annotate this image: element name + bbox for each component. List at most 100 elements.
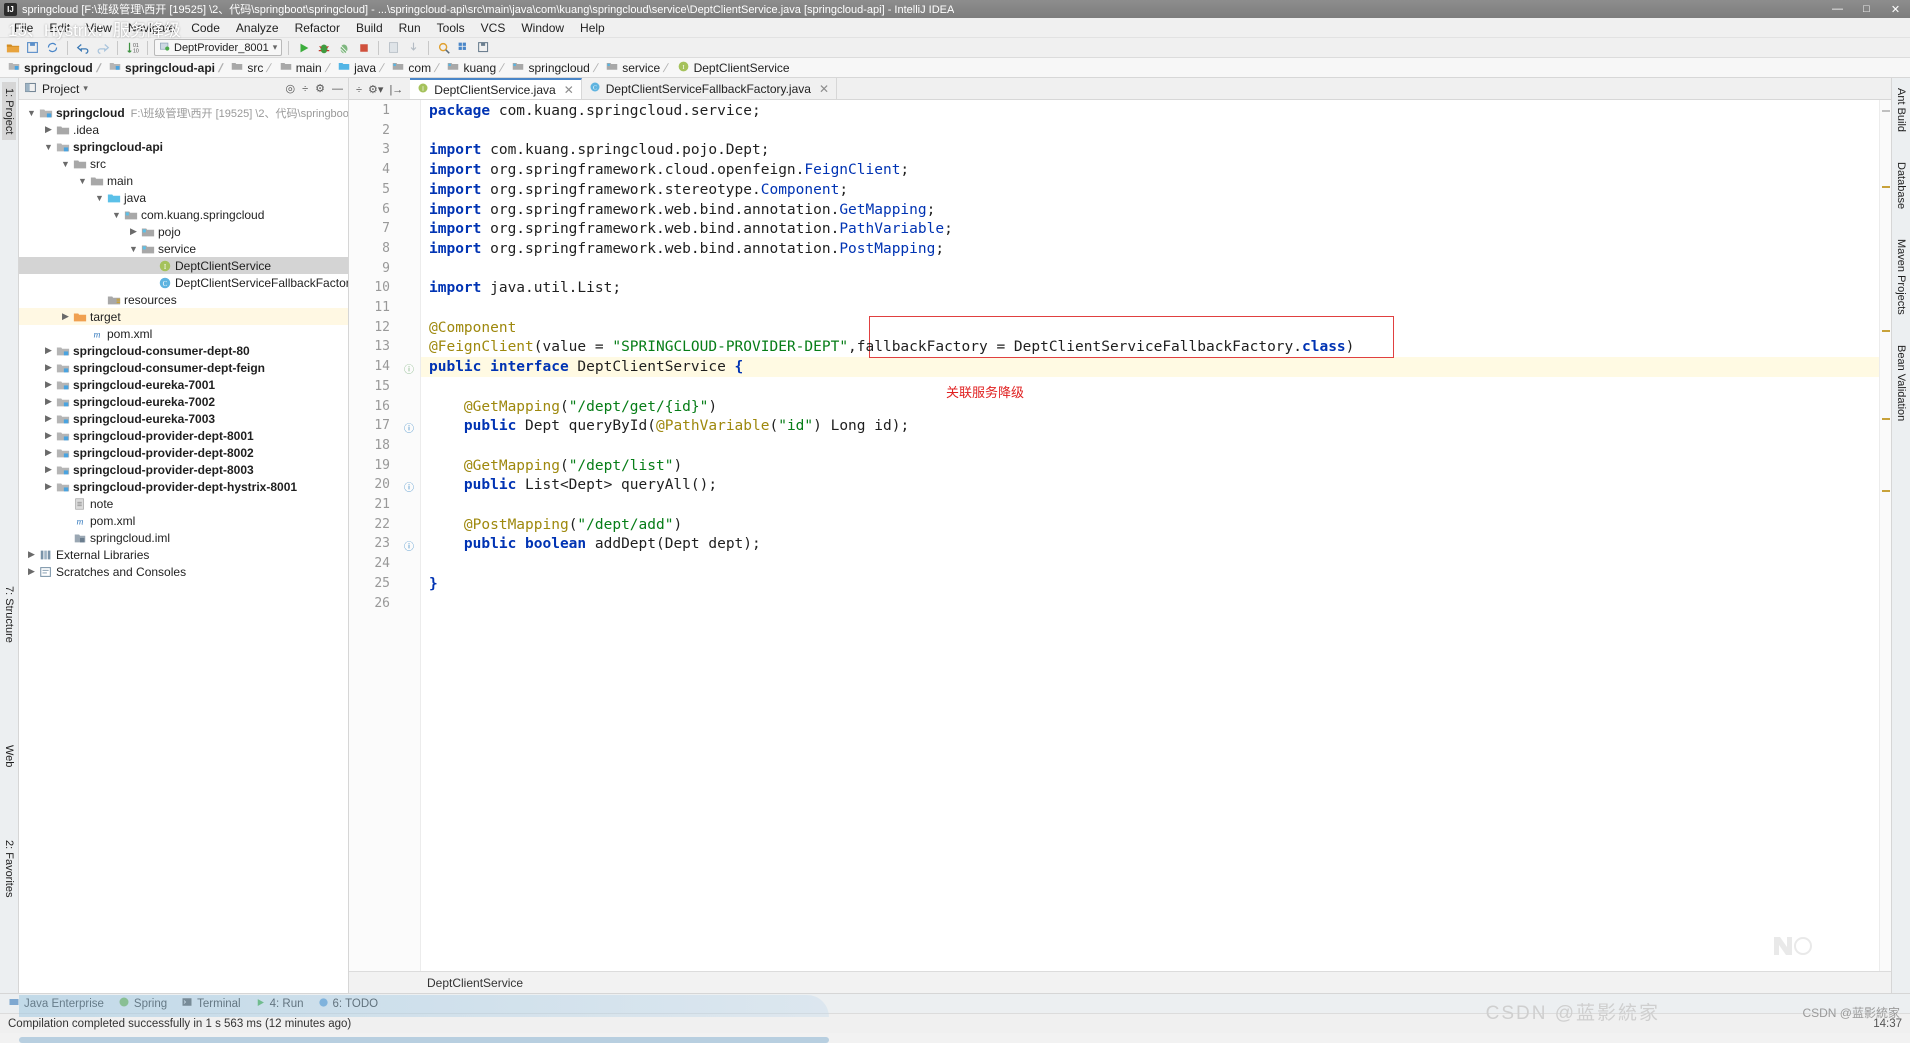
breadcrumb-item-main[interactable]: main / [280, 60, 338, 75]
collapse-all-icon[interactable]: ÷ [302, 83, 308, 95]
gutter-marker-icon[interactable]: ⓘ [404, 361, 414, 376]
tree-row-idea[interactable]: ▶ .idea [19, 121, 348, 138]
chevron-right-icon[interactable]: ▶ [59, 311, 72, 322]
breadcrumb-item-com[interactable]: com / [392, 60, 447, 75]
chevron-down-icon[interactable]: ▼ [76, 176, 89, 186]
chevron-down-icon[interactable]: ▼ [42, 142, 55, 152]
menu-item-analyze[interactable]: Analyze [228, 19, 287, 37]
close-icon[interactable]: ✕ [819, 82, 829, 96]
menu-item-refactor[interactable]: Refactor [287, 19, 348, 37]
stop-icon[interactable] [355, 39, 372, 56]
save-icon[interactable] [475, 39, 492, 56]
breadcrumb-item-kuang[interactable]: kuang / [447, 60, 512, 75]
error-stripe-markers[interactable] [1879, 100, 1891, 971]
run-configuration-selector[interactable]: DeptProvider_8001 ▾ [154, 39, 283, 56]
code-line[interactable]: public interface DeptClientService { [429, 359, 743, 375]
tree-row-springcloud-eureka-7001[interactable]: ▶ springcloud-eureka-7001 [19, 376, 348, 393]
menu-item-tools[interactable]: Tools [429, 19, 473, 37]
window-controls[interactable]: — □ ✕ [1823, 0, 1910, 18]
code-line[interactable]: } [429, 576, 438, 592]
tree-row-springcloud[interactable]: ▼ springcloud F:\班级管理\西开 [19525] \2、代码\spr… [19, 104, 348, 121]
tree-row-pojo[interactable]: ▶ pojo [19, 223, 348, 240]
menu-item-window[interactable]: Window [513, 19, 572, 37]
rail-item-structure[interactable]: 7: Structure [2, 580, 16, 649]
project-panel-header[interactable]: Project ▾ ◎ ÷ ⚙ — [19, 78, 348, 100]
undo-icon[interactable] [74, 39, 91, 56]
tree-row-springcloud-provider-dept-8002[interactable]: ▶ springcloud-provider-dept-8002 [19, 444, 348, 461]
sort-icon[interactable]: 01 10 [124, 39, 141, 56]
chevron-right-icon[interactable]: ▶ [42, 396, 55, 407]
main-toolbar[interactable]: 01 10 DeptProvider_8001 ▾ [0, 38, 1910, 58]
rail-item-web[interactable]: Web [2, 739, 16, 773]
jump-to-source-icon[interactable]: |→ [389, 84, 403, 96]
rail-item-maven-projects[interactable]: Maven Projects [1894, 233, 1908, 321]
editor-tab-fallbackfactory[interactable]: C DeptClientServiceFallbackFactory.java … [582, 78, 838, 99]
rail-item-project[interactable]: 1: Project [2, 82, 16, 141]
chevron-down-icon[interactable]: ▾ [273, 42, 278, 53]
tree-row-scratches-and-consoles[interactable]: ▶ Scratches and Consoles [19, 563, 348, 580]
code-line[interactable]: @FeignClient(value = "SPRINGCLOUD-PROVID… [429, 339, 1354, 355]
code-line[interactable]: @PostMapping("/dept/add") [429, 517, 682, 533]
close-button[interactable]: ✕ [1881, 0, 1910, 18]
code-line[interactable]: public Dept queryById(@PathVariable("id"… [429, 418, 909, 434]
breadcrumb-item-deptclientservice[interactable]: I DeptClientService [677, 60, 793, 76]
tree-row-springcloud-consumer-dept-feign[interactable]: ▶ springcloud-consumer-dept-feign [19, 359, 348, 376]
gutter-marker-icon[interactable]: ⓘ [404, 420, 414, 435]
tree-row-main[interactable]: ▼ main [19, 172, 348, 189]
breadcrumb[interactable]: springcloud / springcloud-api / src / main /… [0, 58, 1910, 78]
rail-item-favorites[interactable]: 2: Favorites [2, 834, 16, 903]
chevron-right-icon[interactable]: ▶ [42, 464, 55, 475]
code-line[interactable]: public List<Dept> queryAll(); [429, 477, 717, 493]
tree-row-springcloud-eureka-7002[interactable]: ▶ springcloud-eureka-7002 [19, 393, 348, 410]
tree-row-java[interactable]: ▼ java [19, 189, 348, 206]
chevron-right-icon[interactable]: ▶ [42, 413, 55, 424]
tree-row-resources[interactable]: resources [19, 291, 348, 308]
gear-icon[interactable]: ⚙▾ [368, 83, 383, 96]
chevron-right-icon[interactable]: ▶ [42, 481, 55, 492]
tree-row-springcloud-consumer-dept-80[interactable]: ▶ springcloud-consumer-dept-80 [19, 342, 348, 359]
tree-row-deptclientservicefallbackfactory[interactable]: C DeptClientServiceFallbackFactory [19, 274, 348, 291]
chevron-right-icon[interactable]: ▶ [25, 549, 38, 560]
chevron-right-icon[interactable]: ▶ [127, 226, 140, 237]
target-icon[interactable]: ◎ [285, 82, 295, 95]
tree-row-note[interactable]: note [19, 495, 348, 512]
menu-item-view[interactable]: View [78, 19, 120, 37]
code-line[interactable]: @GetMapping("/dept/list") [429, 458, 682, 474]
tree-row-deptclientservice[interactable]: I DeptClientService [19, 257, 348, 274]
editor-tab-deptclientservice[interactable]: I DeptClientService.java ✕ [410, 78, 582, 99]
code-line[interactable]: import org.springframework.web.bind.anno… [429, 221, 953, 237]
maximize-button[interactable]: □ [1852, 0, 1881, 18]
tree-row-pom-xml[interactable]: m pom.xml [19, 325, 348, 342]
chevron-down-icon[interactable]: ▼ [110, 210, 123, 220]
tree-row-springcloud-iml[interactable]: springcloud.iml [19, 529, 348, 546]
rail-item-bean-validation[interactable]: Bean Validation [1894, 339, 1908, 427]
code-line[interactable]: public boolean addDept(Dept dept); [429, 536, 761, 552]
tree-row-target[interactable]: ▶ target [19, 308, 348, 325]
code-line[interactable]: import java.util.List; [429, 280, 621, 296]
gutter-marker-icon[interactable]: ⓘ [404, 538, 414, 553]
rail-item-ant-build[interactable]: Ant Build [1894, 82, 1908, 138]
menu-item-file[interactable]: File [6, 19, 41, 37]
code-line[interactable]: @GetMapping("/dept/get/{id}") [429, 399, 717, 415]
editor-tab-controls[interactable]: ÷ ⚙▾ |→ [349, 83, 410, 99]
right-tool-rail[interactable]: Ant Build Database Maven Projects Bean V… [1891, 78, 1910, 993]
chevron-down-icon[interactable]: ▼ [25, 108, 38, 118]
tree-row-com-kuang-springcloud[interactable]: ▼ com.kuang.springcloud [19, 206, 348, 223]
breadcrumb-item-src[interactable]: src / [231, 60, 279, 75]
tree-row-springcloud-provider-dept-8003[interactable]: ▶ springcloud-provider-dept-8003 [19, 461, 348, 478]
editor-tab-bar[interactable]: ÷ ⚙▾ |→ I DeptClientService.java ✕ C Dep… [349, 78, 1891, 100]
update-project-icon[interactable] [385, 39, 402, 56]
project-tree[interactable]: ▼ springcloud F:\班级管理\西开 [19525] \2、代码\spr… [19, 100, 348, 993]
chevron-right-icon[interactable]: ▶ [42, 447, 55, 458]
chevron-down-icon[interactable]: ▾ [83, 83, 88, 94]
tree-row-service[interactable]: ▼ service [19, 240, 348, 257]
chevron-down-icon[interactable]: ▼ [127, 244, 140, 254]
tree-row-springcloud-provider-dept-hystrix-8001[interactable]: ▶ springcloud-provider-dept-hystrix-8001 [19, 478, 348, 495]
horizontal-scrollbar[interactable] [19, 1037, 829, 1043]
code-line[interactable]: import org.springframework.web.bind.anno… [429, 241, 944, 257]
chevron-down-icon[interactable]: ▼ [59, 159, 72, 169]
menu-item-code[interactable]: Code [183, 19, 228, 37]
chevron-right-icon[interactable]: ▶ [25, 566, 38, 577]
breadcrumb-item-service[interactable]: service / [606, 60, 676, 75]
rail-item-database[interactable]: Database [1894, 156, 1908, 215]
